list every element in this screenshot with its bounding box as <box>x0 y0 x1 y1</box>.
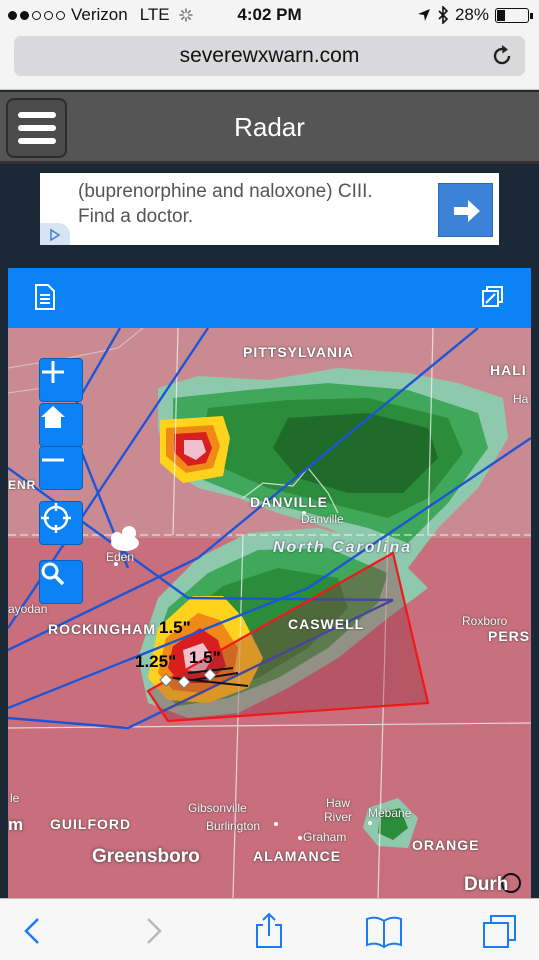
url-text[interactable]: severewxwarn.com <box>14 44 525 68</box>
label-haw-river: Haw River <box>323 796 352 824</box>
label-graham: Graham <box>303 830 347 844</box>
ad-line-1: (buprenorphine and naloxone) CIII. <box>78 181 373 202</box>
radar-map[interactable]: PITTSYLVANIA HALI Ha ENR DANVILLE Danvil… <box>8 328 531 898</box>
label-danville-county: DANVILLE <box>250 494 328 510</box>
battery-icon <box>495 7 533 23</box>
page-title: Radar <box>234 112 305 142</box>
label-burlington: Burlington <box>206 819 261 833</box>
zoom-in-button[interactable] <box>39 358 83 402</box>
label-gibsonville: Gibsonville <box>188 801 247 815</box>
layers-icon[interactable] <box>482 286 504 308</box>
label-roxboro: Roxboro <box>462 614 508 628</box>
label-greensboro: Greensboro <box>92 846 200 867</box>
label-caswell: CASWELL <box>288 616 365 632</box>
advertisement-banner[interactable]: (buprenorphine and naloxone) CIII. Find … <box>40 173 499 245</box>
label-ayodan: ayodan <box>8 602 48 616</box>
label-eden: Eden <box>106 550 135 564</box>
label-guilford: GUILFORD <box>50 816 132 832</box>
label-pittsylvania: PITTSYLVANIA <box>243 344 355 360</box>
map-panel-toolbar <box>8 268 531 328</box>
status-bar: Verizon LTE 4:02 PM 28% <box>0 0 539 30</box>
search-icon <box>41 562 65 586</box>
reload-icon[interactable] <box>489 43 515 69</box>
search-button[interactable] <box>39 560 83 604</box>
label-mebane: Mebane <box>368 806 412 820</box>
back-icon[interactable] <box>14 911 54 951</box>
forward-icon[interactable] <box>132 911 172 951</box>
arrow-right-icon <box>454 200 480 222</box>
label-enr: ENR <box>8 478 37 492</box>
hail-report-3[interactable]: 1.5" <box>189 648 221 668</box>
app-header: Radar <box>0 92 539 164</box>
home-icon <box>41 406 65 428</box>
label-hali: HALI <box>490 362 527 378</box>
locate-button[interactable] <box>39 501 83 545</box>
status-right: 28% <box>417 5 533 25</box>
ad-line-2: Find a doctor. <box>78 206 194 227</box>
location-arrow-icon <box>417 9 430 21</box>
tabs-icon[interactable] <box>480 911 520 951</box>
label-m: m <box>8 815 24 834</box>
document-icon[interactable] <box>34 284 56 310</box>
home-button[interactable] <box>39 403 83 447</box>
bookmarks-icon[interactable] <box>364 911 404 951</box>
ad-go-button[interactable] <box>438 183 493 237</box>
hail-report-2[interactable]: 1.25" <box>135 652 176 672</box>
zoom-out-icon <box>42 458 64 462</box>
bluetooth-icon <box>438 6 449 24</box>
share-icon[interactable] <box>249 911 289 951</box>
radar-map-graphics[interactable] <box>8 328 531 898</box>
zoom-in-icon <box>42 361 64 383</box>
ad-text[interactable]: (buprenorphine and naloxone) CIII. Find … <box>78 179 373 229</box>
label-pers: PERS <box>488 628 531 644</box>
label-alamance: ALAMANCE <box>253 848 342 864</box>
locate-icon <box>41 503 71 533</box>
label-rockingham: ROCKINGHAM <box>48 621 156 637</box>
adchoices-icon[interactable] <box>40 223 70 245</box>
battery-percentage: 28% <box>454 5 489 24</box>
label-north-carolina: North Carolina <box>273 539 413 556</box>
address-bar[interactable]: severewxwarn.com <box>14 36 525 76</box>
label-durham: Durh <box>464 874 509 895</box>
label-ha: Ha <box>513 392 529 406</box>
browser-toolbar <box>0 898 539 960</box>
label-danville-town: Danville <box>301 512 344 526</box>
browser-address-area: severewxwarn.com <box>0 30 539 90</box>
hail-report-1[interactable]: 1.5" <box>159 618 191 638</box>
label-orange: ORANGE <box>412 837 480 853</box>
label-le: le <box>10 791 20 805</box>
zoom-out-button[interactable] <box>39 446 83 490</box>
